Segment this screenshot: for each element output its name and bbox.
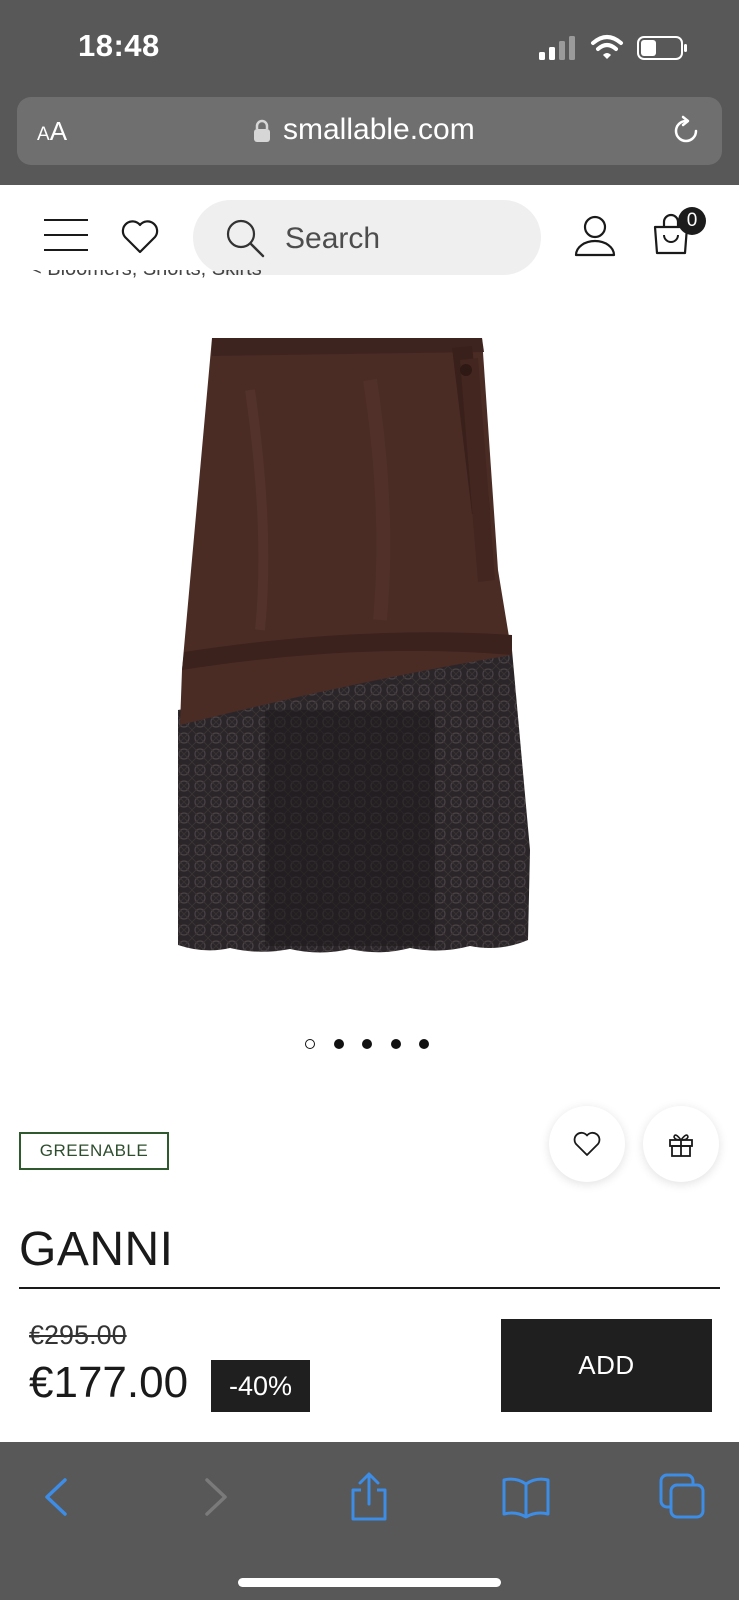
search-icon [226, 219, 265, 258]
wifi-icon [591, 35, 623, 59]
wishlist-button[interactable] [549, 1106, 625, 1182]
back-icon[interactable] [32, 1472, 82, 1522]
signal-icon [539, 36, 575, 60]
heart-icon[interactable] [120, 217, 160, 255]
forward-icon[interactable] [190, 1472, 240, 1522]
tabs-icon[interactable] [658, 1472, 708, 1522]
brand-name[interactable]: GANNI [19, 1222, 174, 1277]
cart-count-badge: 0 [678, 207, 706, 235]
greenable-badge[interactable]: GREENABLE [19, 1132, 169, 1170]
search-input[interactable]: Search [193, 200, 541, 275]
browser-toolbar [0, 1442, 739, 1600]
pagination-dot[interactable] [419, 1039, 429, 1049]
share-icon[interactable] [344, 1472, 394, 1522]
add-to-cart-button[interactable]: ADD [501, 1319, 712, 1412]
status-bar: 18:48 [0, 0, 739, 95]
breadcrumb-link[interactable]: < Bloomers, Shorts, Skirts [30, 270, 262, 281]
sale-price: €177.00 [29, 1358, 189, 1407]
gift-button[interactable] [643, 1106, 719, 1182]
address-bar[interactable]: AA smallable.com [17, 97, 722, 165]
status-time: 18:48 [78, 28, 160, 63]
search-placeholder: Search [285, 222, 381, 255]
text-size-button[interactable]: AA [37, 116, 67, 147]
product-image[interactable] [160, 330, 560, 990]
browser-chrome: AA smallable.com [0, 95, 739, 185]
battery-icon [637, 36, 687, 60]
pagination-dot[interactable] [391, 1039, 401, 1049]
original-price: €295.00 [29, 1320, 127, 1350]
gift-icon [669, 1134, 693, 1157]
menu-icon[interactable] [44, 218, 88, 252]
discount-badge: -40% [211, 1360, 310, 1412]
reload-icon[interactable] [669, 114, 703, 148]
divider [19, 1287, 720, 1289]
url-text[interactable]: smallable.com [283, 113, 475, 147]
pagination-dot[interactable] [362, 1039, 372, 1049]
breadcrumb[interactable]: < Bloomers, Shorts, Skirts [30, 270, 262, 292]
pagination-dot[interactable] [334, 1039, 344, 1049]
user-icon[interactable] [574, 215, 616, 257]
bookmarks-icon[interactable] [501, 1472, 551, 1522]
lock-icon [254, 119, 270, 142]
home-indicator [238, 1578, 501, 1587]
heart-icon [573, 1131, 601, 1156]
image-pagination[interactable] [305, 1037, 435, 1051]
pagination-dot[interactable] [305, 1039, 315, 1049]
